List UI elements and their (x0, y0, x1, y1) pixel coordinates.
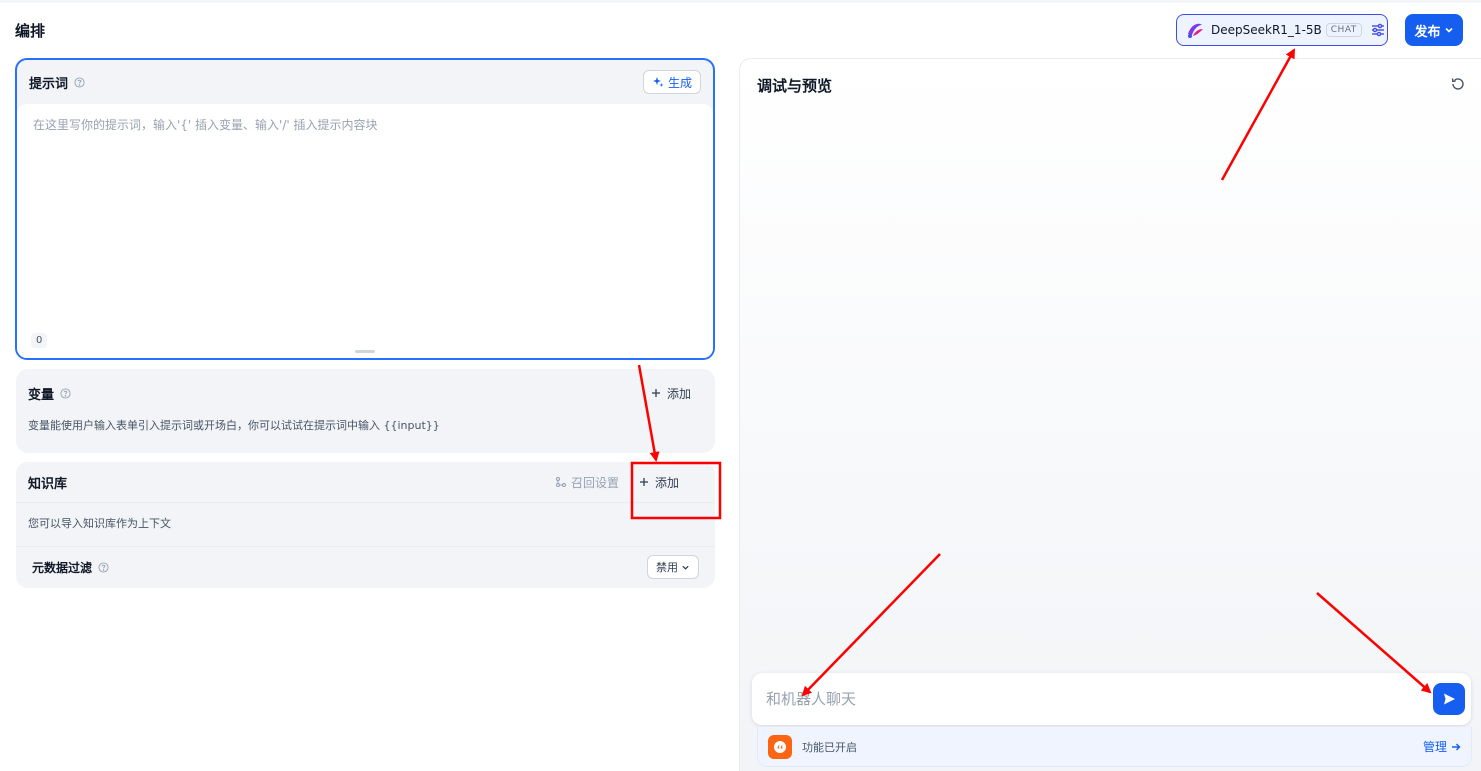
prompt-header: 提示词 生成 (17, 60, 713, 104)
resize-handle[interactable] (355, 350, 375, 353)
chat-input[interactable] (766, 690, 1433, 708)
generate-label: 生成 (667, 75, 692, 90)
publish-button[interactable]: 发布 (1405, 14, 1463, 46)
plus-icon (639, 477, 649, 487)
variables-panel: 变量 添加 变量能使用户输入表单引入提示词或开场白，你可以试试在提示词中输入 {… (16, 369, 715, 453)
help-icon[interactable] (98, 561, 109, 573)
chevron-down-icon (1444, 25, 1454, 35)
chat-input-box (752, 673, 1471, 725)
variables-header: 变量 添加 (16, 369, 715, 417)
recall-settings-button[interactable]: 召回设置 (555, 474, 619, 491)
prompt-textarea[interactable] (17, 104, 713, 324)
add-label: 添加 (666, 386, 691, 401)
sparkle-icon (652, 76, 664, 88)
metadata-filter-select[interactable]: 禁用 (647, 555, 699, 579)
add-knowledge-button[interactable]: 添加 (627, 470, 691, 495)
settings-nodes-icon (555, 476, 567, 488)
plus-icon (651, 388, 661, 398)
model-type-badge: CHAT (1325, 23, 1362, 37)
publish-label: 发布 (1414, 24, 1441, 40)
manage-link[interactable]: 管理 (1423, 738, 1461, 755)
metadata-filter-row: 元数据过滤 禁用 (16, 547, 715, 587)
knowledge-header: 知识库 召回设置 添加 (16, 462, 715, 503)
sliders-icon[interactable] (1370, 22, 1386, 38)
model-selector-button[interactable]: DeepSeekR1_1-5B CHAT (1176, 14, 1388, 46)
feature-status-text: 功能已开启 (802, 740, 857, 754)
knowledge-title: 知识库 (28, 476, 68, 492)
knowledge-description: 您可以导入知识库作为上下文 (16, 503, 715, 547)
send-icon (1442, 692, 1456, 706)
help-icon[interactable] (60, 387, 71, 399)
add-label: 添加 (654, 475, 679, 490)
prompt-panel: 提示词 生成 0 (15, 58, 715, 360)
quote-icon (768, 734, 792, 759)
prompt-title: 提示词 (29, 76, 69, 92)
debug-preview-panel: 调试与预览 功能已开启 管理 (739, 58, 1481, 771)
knowledge-panel: 知识库 召回设置 添加 您可以导入知识库作为上下文 元数据过滤 禁用 (16, 462, 715, 588)
debug-title: 调试与预览 (757, 77, 833, 95)
prompt-editor: 0 (17, 104, 713, 358)
help-icon[interactable] (74, 76, 85, 88)
metadata-filter-value: 禁用 (656, 561, 678, 574)
model-name: DeepSeekR1_1-5B (1211, 23, 1322, 37)
top-divider (0, 0, 1481, 3)
manage-label: 管理 (1422, 740, 1447, 754)
page-title: 编排 (15, 22, 46, 40)
add-variable-button[interactable]: 添加 (639, 381, 703, 406)
variables-description: 变量能使用户输入表单引入提示词或开场白，你可以试试在提示词中输入 {{input… (28, 419, 440, 432)
variables-title: 变量 (28, 387, 55, 403)
chevron-down-icon (681, 563, 690, 572)
char-count: 0 (31, 333, 48, 348)
recall-label: 召回设置 (570, 475, 619, 490)
send-button[interactable] (1433, 683, 1465, 715)
refresh-icon[interactable] (1450, 76, 1466, 92)
feature-status-bar: 功能已开启 管理 (757, 727, 1472, 767)
metadata-filter-title: 元数据过滤 (32, 560, 93, 575)
arrow-right-icon (1451, 742, 1461, 752)
generate-button[interactable]: 生成 (642, 70, 701, 94)
model-logo-icon (1185, 20, 1205, 40)
